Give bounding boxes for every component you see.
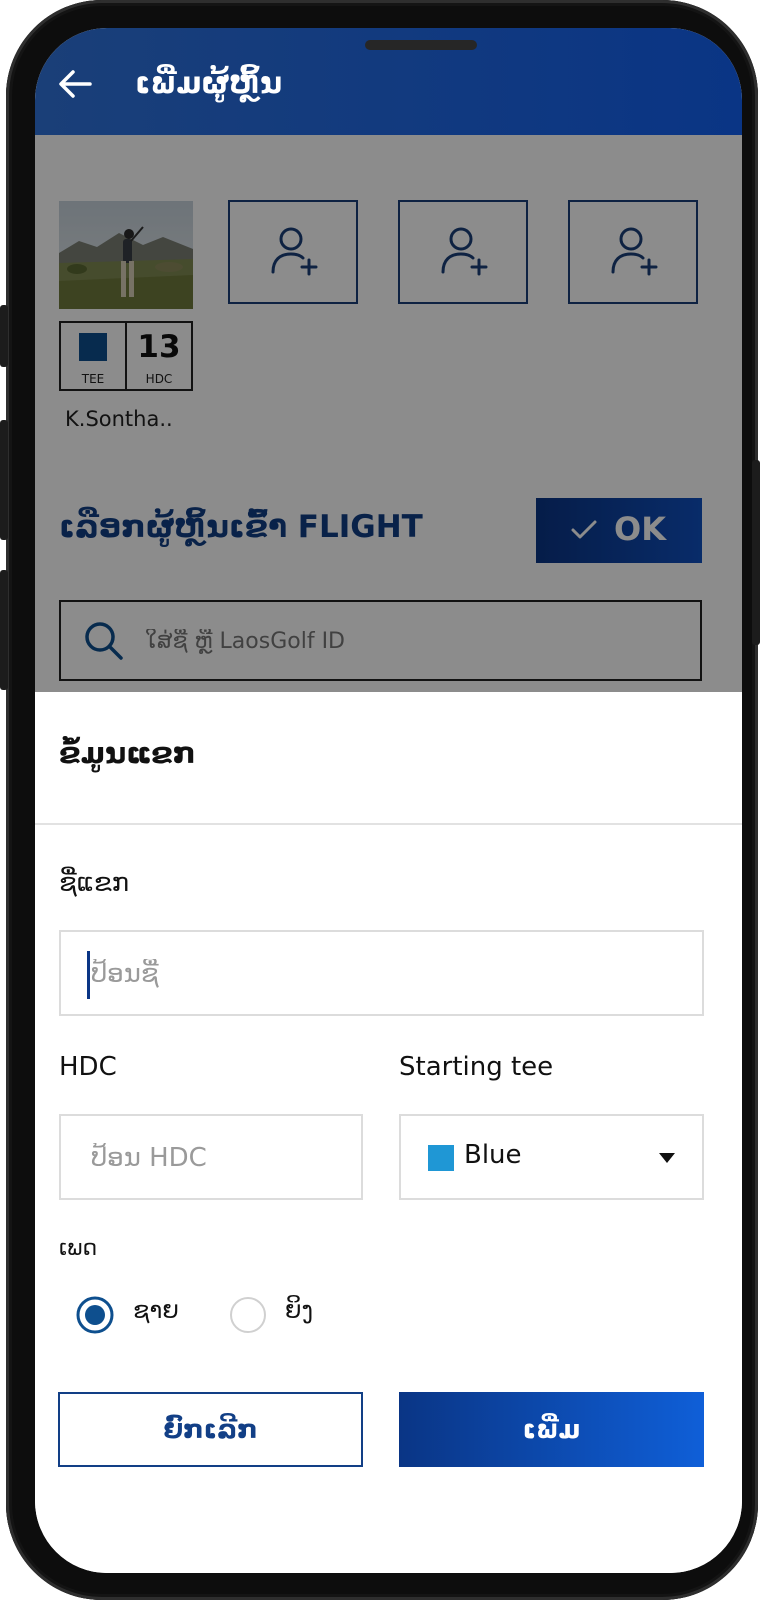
tee-color-swatch <box>428 1145 454 1171</box>
gender-male-label[interactable]: ຊາຍ <box>133 1296 179 1324</box>
gender-label: ເພດ <box>59 1236 98 1261</box>
arrow-left-icon <box>59 70 92 98</box>
gender-female-label[interactable]: ຍິງ <box>285 1296 313 1324</box>
gender-male-radio[interactable] <box>75 1295 115 1335</box>
starting-tee-value: Blue <box>464 1140 522 1170</box>
guest-info-sheet: ຂໍ້ມູນແຂກ ຊື່ແຂກ HDC Starting tee Blue ເ… <box>35 692 742 1573</box>
volume-down-button <box>0 570 8 690</box>
mute-switch <box>0 305 8 367</box>
modal-backdrop[interactable] <box>35 135 742 692</box>
guest-name-field <box>59 930 704 1016</box>
add-button[interactable]: ເພີ່ມ <box>399 1392 704 1467</box>
guest-name-label: ຊື່ແຂກ <box>59 868 130 898</box>
power-button <box>752 460 760 645</box>
hdc-input[interactable] <box>89 1116 351 1200</box>
starting-tee-select[interactable]: Blue <box>399 1114 704 1200</box>
guest-name-input[interactable] <box>89 932 692 1016</box>
earpiece-speaker <box>365 40 477 50</box>
volume-up-button <box>0 420 8 540</box>
hdc-field <box>59 1114 363 1200</box>
hdc-label: HDC <box>59 1052 117 1082</box>
radio-selected-icon <box>76 1296 114 1334</box>
dropdown-triangle-icon <box>659 1153 675 1163</box>
sheet-title: ຂໍ້ມູນແຂກ <box>59 736 196 770</box>
cancel-button[interactable]: ຍົກເລີກ <box>58 1392 363 1467</box>
screen: ເພີ່ມຜູ້ຫຼິ້ນ TEE 13 HDC K.Sontha.. ເລືອ… <box>35 28 742 1573</box>
radio-unselected-icon <box>230 1297 266 1333</box>
sheet-divider <box>35 823 742 825</box>
page-title: ເພີ່ມຜູ້ຫຼິ້ນ <box>135 66 283 101</box>
back-button[interactable] <box>53 62 97 106</box>
starting-tee-label: Starting tee <box>399 1052 554 1082</box>
gender-female-radio[interactable] <box>228 1295 268 1335</box>
